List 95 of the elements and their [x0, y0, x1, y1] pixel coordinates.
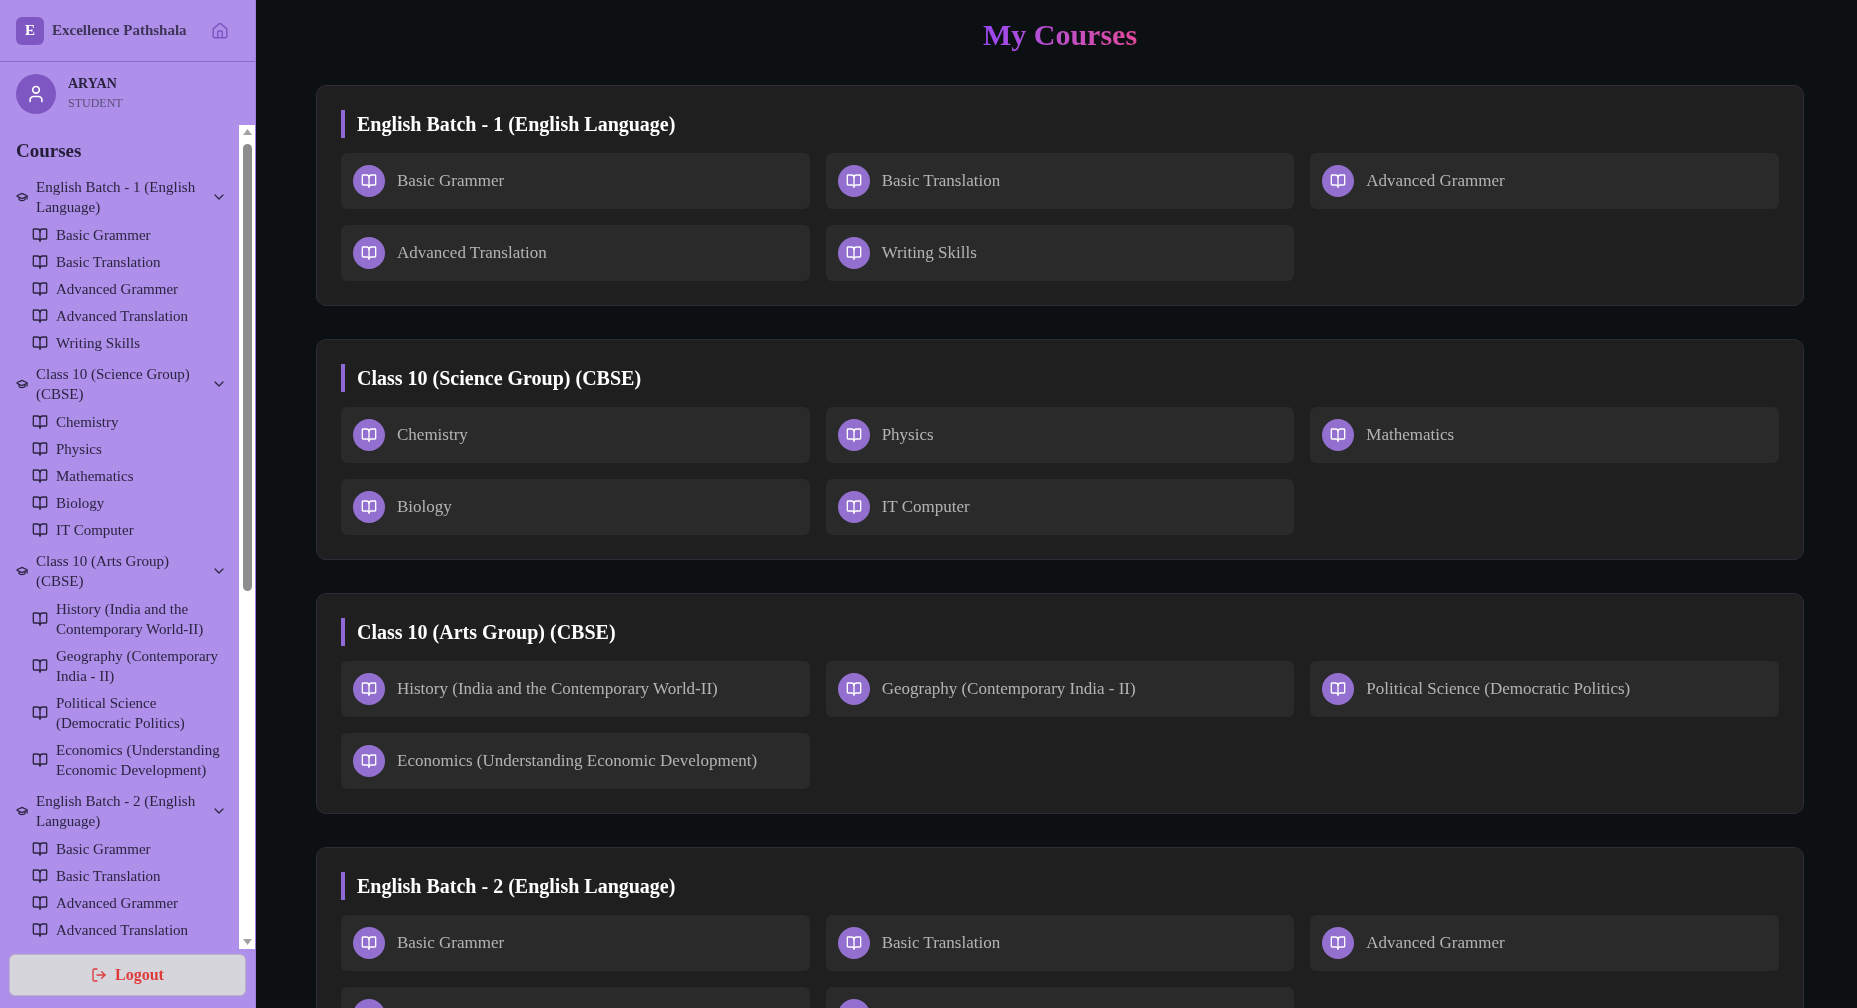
- sidebar-course-link[interactable]: Advanced Translation: [0, 302, 239, 329]
- book-icon: [32, 226, 48, 243]
- book-icon: [32, 610, 48, 627]
- sidebar-course-link[interactable]: Chemistry: [0, 408, 239, 435]
- batch-title: Class 10 (Science Group) (CBSE): [341, 364, 1779, 392]
- book-icon: [353, 237, 385, 269]
- logout-button[interactable]: Logout: [9, 954, 246, 996]
- course-tile[interactable]: Economics (Understanding Economic Development): [341, 733, 810, 789]
- course-tile[interactable]: IT Computer: [825, 479, 1295, 535]
- book-icon: [353, 927, 385, 959]
- scrollbar[interactable]: [239, 125, 255, 949]
- course-tile[interactable]: Advanced Grammer: [1310, 915, 1779, 971]
- course-tile[interactable]: Physics: [825, 407, 1295, 463]
- graduation-cap-icon: [16, 378, 28, 390]
- batch-title: English Batch - 2 (English Language): [341, 872, 1779, 900]
- sidebar-course-link[interactable]: Advanced Grammer: [0, 275, 239, 302]
- logo: E: [16, 16, 44, 45]
- book-icon: [32, 867, 48, 884]
- book-icon: [837, 927, 870, 959]
- book-icon: [32, 307, 48, 324]
- book-icon: [837, 419, 870, 451]
- sidebar-course-link[interactable]: Writing Skills: [0, 329, 239, 356]
- sidebar-course-link[interactable]: History (India and the Contemporary World-II): [0, 595, 239, 642]
- book-icon: [353, 165, 385, 197]
- course-tile[interactable]: Political Science (Democratic Politics): [1310, 661, 1779, 717]
- user-role: STUDENT: [68, 95, 123, 111]
- book-icon: [32, 413, 48, 430]
- book-icon: [1322, 165, 1355, 197]
- course-group-header[interactable]: Class 10 (Arts Group) (CBSE): [0, 543, 239, 595]
- graduation-cap-icon: [16, 191, 28, 203]
- book-icon: [837, 237, 870, 269]
- sidebar-course-link[interactable]: Basic Grammer: [0, 835, 239, 862]
- book-icon: [32, 440, 48, 457]
- book-icon: [353, 745, 385, 777]
- home-icon[interactable]: [211, 21, 229, 40]
- book-icon: [32, 751, 48, 768]
- app-name: Excellence Pathshala: [52, 21, 188, 41]
- batch-title: Class 10 (Arts Group) (CBSE): [341, 618, 1779, 646]
- book-icon: [32, 494, 48, 511]
- scrollbar-thumb[interactable]: [242, 144, 252, 591]
- course-tile[interactable]: Basic Translation: [825, 153, 1295, 209]
- book-icon: [1322, 419, 1355, 451]
- book-icon: [32, 334, 48, 351]
- batch-title: English Batch - 1 (English Language): [341, 110, 1779, 138]
- sidebar-course-link[interactable]: Geography (Contemporary India - II): [0, 642, 239, 689]
- course-tile[interactable]: Geography (Contemporary India - II): [825, 661, 1295, 717]
- book-icon: [32, 657, 48, 674]
- book-icon: [32, 894, 48, 911]
- book-icon: [837, 673, 870, 705]
- sidebar-course-link[interactable]: Advanced Grammer: [0, 889, 239, 916]
- sidebar-course-link[interactable]: Mathematics: [0, 462, 239, 489]
- course-tile[interactable]: Writing Skills: [825, 225, 1295, 281]
- book-icon: [353, 419, 385, 451]
- sidebar-course-link[interactable]: Advanced Translation: [0, 916, 239, 943]
- graduation-cap-icon: [16, 565, 28, 577]
- book-icon: [353, 673, 385, 705]
- book-icon: [32, 921, 48, 938]
- course-tile[interactable]: Chemistry: [341, 407, 810, 463]
- course-tile[interactable]: Advanced Translation: [341, 225, 810, 281]
- book-icon: [1322, 927, 1355, 959]
- graduation-cap-icon: [16, 805, 28, 817]
- book-icon: [837, 491, 870, 523]
- sidebar-course-link[interactable]: Physics: [0, 435, 239, 462]
- sidebar-course-link[interactable]: Political Science (Democratic Politics): [0, 689, 239, 736]
- book-icon: [1322, 673, 1355, 705]
- logout-icon: [91, 967, 108, 983]
- course-tile[interactable]: Basic Translation: [825, 915, 1295, 971]
- book-icon: [32, 467, 48, 484]
- sidebar-course-link[interactable]: Economics (Understanding Economic Development): [0, 736, 239, 783]
- book-icon: [32, 521, 48, 538]
- course-tile[interactable]: History (India and the Contemporary World-II): [341, 661, 810, 717]
- scroll-down-arrow-icon[interactable]: [242, 939, 252, 945]
- course-group-header[interactable]: English Batch - 1 (English Language): [0, 169, 239, 221]
- course-tile[interactable]: Mathematics: [1310, 407, 1779, 463]
- section-heading: Courses: [15, 139, 83, 163]
- user-avatar-icon: [16, 73, 56, 114]
- course-group-header[interactable]: English Batch - 2 (English Language): [0, 783, 239, 835]
- user-name: ARYAN: [68, 76, 118, 92]
- course-tile[interactable]: Basic Grammer: [341, 153, 810, 209]
- book-icon: [32, 280, 48, 297]
- course-tile[interactable]: Biology: [341, 479, 810, 535]
- book-icon: [353, 491, 385, 523]
- book-icon: [32, 704, 48, 721]
- sidebar-course-link[interactable]: IT Computer: [0, 516, 239, 543]
- book-icon: [837, 165, 870, 197]
- book-icon: [32, 253, 48, 270]
- book-icon: [32, 840, 48, 857]
- course-group-header[interactable]: Class 10 (Science Group) (CBSE): [0, 356, 239, 408]
- course-tile[interactable]: Basic Grammer: [341, 915, 810, 971]
- scroll-up-arrow-icon[interactable]: [242, 129, 252, 135]
- sidebar-course-link[interactable]: Biology: [0, 489, 239, 516]
- sidebar-course-link[interactable]: Basic Translation: [0, 248, 239, 275]
- sidebar-course-link[interactable]: Basic Translation: [0, 862, 239, 889]
- sidebar-course-link[interactable]: Basic Grammer: [0, 221, 239, 248]
- course-tile[interactable]: Advanced Grammer: [1310, 153, 1779, 209]
